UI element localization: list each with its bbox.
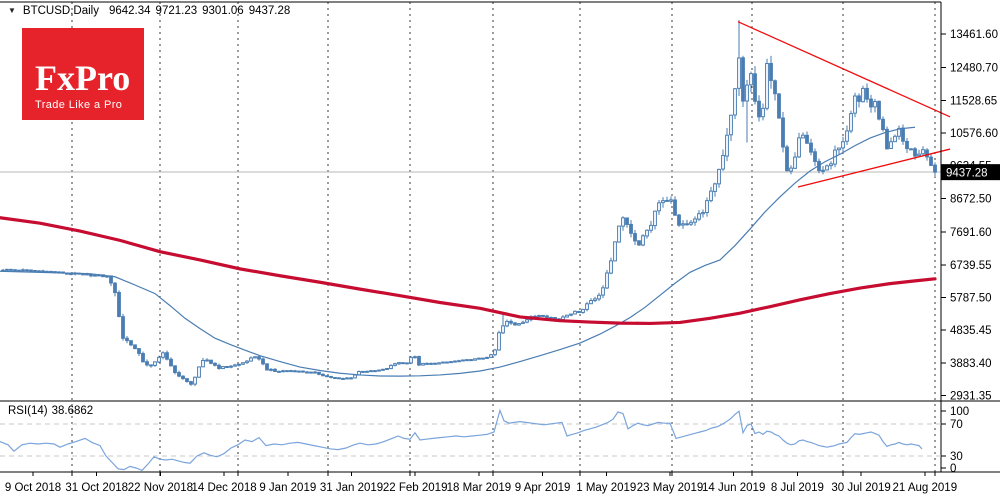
chart-surface[interactable]: 13461.6012480.7011528.6510576.609634.558… [0, 0, 1000, 500]
symbol-label: BTCUSD,Daily [22, 5, 99, 17]
rsi-label: RSI(14) 38.6862 [8, 405, 97, 417]
svg-text:31 Jan 2019: 31 Jan 2019 [320, 482, 383, 494]
ohlc-header: ▼ BTCUSD,Daily 9642.34 9721.23 9301.06 9… [8, 5, 295, 17]
price-axis[interactable]: 13461.6012480.7011528.6510576.609634.558… [941, 29, 1000, 403]
logo-brand: FxPro [35, 57, 131, 98]
svg-text:2931.35: 2931.35 [950, 391, 992, 403]
fxpro-logo: FxPro Trade Like a Pro [22, 28, 144, 120]
svg-text:22 Feb 2019: 22 Feb 2019 [383, 482, 448, 494]
svg-text:14 Dec 2018: 14 Dec 2018 [191, 482, 256, 494]
svg-text:9 Apr 2019: 9 Apr 2019 [515, 482, 571, 494]
svg-text:100: 100 [950, 406, 969, 418]
svg-text:31 Oct 2018: 31 Oct 2018 [65, 482, 128, 494]
rsi-line [0, 408, 923, 472]
svg-text:7691.60: 7691.60 [950, 227, 992, 239]
svg-text:12480.70: 12480.70 [950, 63, 998, 75]
svg-text:3883.40: 3883.40 [950, 358, 992, 370]
svg-text:18 Mar 2019: 18 Mar 2019 [447, 482, 512, 494]
svg-text:23 May 2019: 23 May 2019 [637, 482, 704, 494]
svg-text:5787.50: 5787.50 [950, 292, 992, 304]
svg-text:6739.55: 6739.55 [950, 260, 992, 272]
trendlines-layer [737, 21, 951, 188]
symbol-dropdown-icon[interactable]: ▼ [8, 7, 16, 15]
svg-text:30: 30 [950, 451, 963, 463]
high-value: 9721.23 [155, 5, 198, 17]
ma-fast-line [0, 126, 916, 377]
svg-text:21 Aug 2019: 21 Aug 2019 [893, 482, 958, 494]
logo-tagline: Trade Like a Pro [35, 99, 123, 111]
svg-text:30 Jul 2019: 30 Jul 2019 [831, 482, 890, 494]
close-value: 9437.28 [248, 5, 291, 17]
rsi-indicator-name: RSI(14) [8, 405, 48, 417]
low-value: 9301.06 [202, 5, 244, 17]
svg-text:8672.50: 8672.50 [950, 193, 992, 205]
price-badge-value: 9437.28 [946, 168, 988, 180]
rsi-panel[interactable]: 10070 300 [0, 406, 969, 475]
svg-text:10576.60: 10576.60 [950, 128, 998, 140]
ma-slow-line [0, 216, 937, 326]
svg-text:0: 0 [950, 463, 956, 475]
svg-text:9 Oct 2018: 9 Oct 2018 [5, 482, 61, 494]
date-axis[interactable]: 9 Oct 2018 31 Oct 2018 22 Nov 201814 Dec 2… [5, 472, 957, 494]
rsi-indicator-value: 38.6862 [51, 405, 94, 417]
svg-text:13461.60: 13461.60 [950, 29, 998, 41]
svg-text:14 Jun 2019: 14 Jun 2019 [702, 482, 765, 494]
svg-text:22 Nov 2018: 22 Nov 2018 [128, 482, 193, 494]
svg-text:9 Jan 2019: 9 Jan 2019 [259, 482, 316, 494]
svg-text:4835.45: 4835.45 [950, 325, 992, 337]
svg-text:8 Jul 2019: 8 Jul 2019 [771, 482, 824, 494]
open-value: 9642.34 [108, 5, 151, 17]
chart-window: 13461.6012480.7011528.6510576.609634.558… [0, 0, 1000, 500]
svg-text:1 May 2019: 1 May 2019 [576, 482, 636, 494]
svg-text:11528.65: 11528.65 [950, 95, 997, 107]
svg-text:70: 70 [950, 419, 963, 431]
